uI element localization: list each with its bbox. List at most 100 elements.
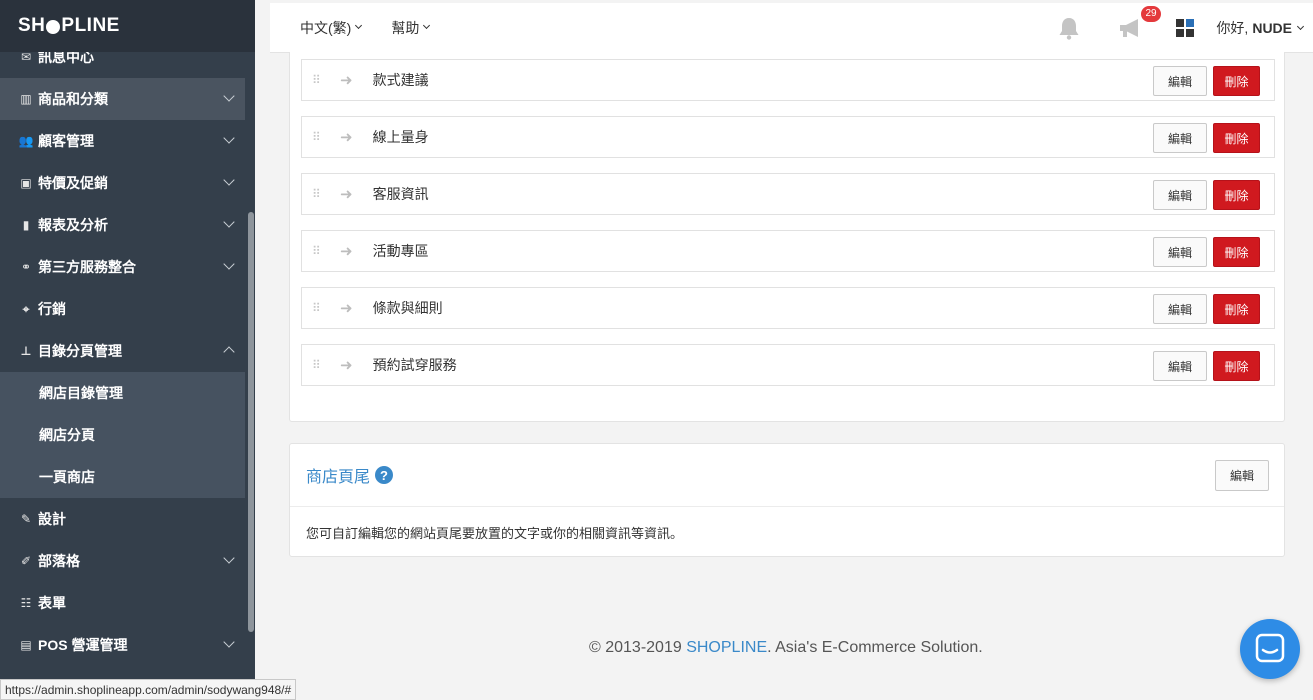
sidebar-item[interactable]: ✐ 部落格 xyxy=(0,540,255,582)
arrow-right-icon[interactable]: ➜ xyxy=(340,185,353,203)
sidebar-item[interactable]: ▤ POS 營運管理 xyxy=(0,624,255,666)
sidebar-item[interactable]: ▣ 特價及促銷 xyxy=(0,162,255,204)
delete-button[interactable]: 刪除 xyxy=(1213,66,1260,96)
arrow-right-icon[interactable]: ➜ xyxy=(340,356,353,374)
chevron-down-icon xyxy=(423,21,431,30)
notification-badge: 29 xyxy=(1140,5,1162,23)
chevron-down-icon xyxy=(223,216,235,228)
magic-wand-icon: ✎ xyxy=(20,512,32,526)
question-circle-icon[interactable]: ? xyxy=(375,466,394,484)
edit-button[interactable]: 編輯 xyxy=(1153,237,1207,267)
username: NUDE xyxy=(1252,20,1292,36)
page-row: ⠿ ➜ 線上量身 編輯 刪除 xyxy=(301,116,1275,158)
logo-text-start: SH xyxy=(18,15,46,36)
sidebar-item[interactable]: ⊥ 目錄分頁管理 xyxy=(0,330,255,372)
arrow-right-icon[interactable]: ➜ xyxy=(340,299,353,317)
drag-handle-icon[interactable]: ⠿ xyxy=(312,73,321,87)
sidebar-item-label: 第三方服務整合 xyxy=(38,259,136,275)
delete-button[interactable]: 刪除 xyxy=(1213,237,1260,267)
chevron-down-icon xyxy=(223,90,235,102)
arrow-right-icon[interactable]: ➜ xyxy=(340,242,353,260)
copyright: © 2013-2019 SHOPLINE. Asia's E-Commerce … xyxy=(589,639,983,657)
sidebar-submenu: 網店目錄管理 網店分頁一頁商店 xyxy=(0,372,255,498)
arrow-right-icon[interactable]: ➜ xyxy=(340,128,353,146)
chevron-down-icon xyxy=(223,132,235,144)
help-dropdown[interactable]: 幫助 xyxy=(391,18,431,38)
delete-button[interactable]: 刪除 xyxy=(1213,351,1260,381)
money-icon: ▣ xyxy=(20,176,32,190)
sidebar-item[interactable]: 網店目錄管理 xyxy=(0,372,252,414)
top-bar: 中文(繁) 幫助 29 你好, NUDE xyxy=(270,3,1313,53)
sidebar-item[interactable]: ✎ 設計 xyxy=(0,498,255,540)
chevron-down-icon xyxy=(223,174,235,186)
edit-button[interactable]: 編輯 xyxy=(1153,66,1207,96)
store-footer-card: 商店頁尾 ? 編輯 您可自訂編輯您的網站頁尾要放置的文字或你的相關資訊等資訊。 xyxy=(289,443,1285,557)
sidebar-item[interactable]: ▮ 報表及分析 xyxy=(0,204,255,246)
drag-handle-icon[interactable]: ⠿ xyxy=(312,358,321,372)
copyright-suffix: . Asia's E-Commerce Solution. xyxy=(767,639,983,656)
sidebar-item[interactable]: 一頁商店 xyxy=(0,456,252,498)
browser-status-url: https://admin.shoplineapp.com/admin/sody… xyxy=(0,679,297,700)
sidebar-item[interactable]: 網店分頁 xyxy=(0,414,252,456)
envelope-icon: ✉ xyxy=(20,50,32,64)
page-row: ⠿ ➜ 款式建議 編輯 刪除 xyxy=(301,59,1275,101)
language-dropdown[interactable]: 中文(繁) xyxy=(300,18,363,38)
page-title: 活動專區 xyxy=(372,243,429,259)
delete-button[interactable]: 刪除 xyxy=(1213,180,1260,210)
page-row: ⠿ ➜ 預約試穿服務 編輯 刪除 xyxy=(301,344,1275,386)
logo-o-mark xyxy=(46,20,61,34)
sidebar-item-label: 一頁商店 xyxy=(39,469,95,485)
page-title: 條款與細則 xyxy=(372,300,443,316)
chevron-down-icon xyxy=(223,636,235,648)
delete-button[interactable]: 刪除 xyxy=(1213,123,1260,153)
edit-button[interactable]: 編輯 xyxy=(1153,351,1207,381)
sidebar-item-label: POS 營運管理 xyxy=(38,637,128,653)
drag-handle-icon[interactable]: ⠿ xyxy=(312,187,321,201)
copyright-brand-link[interactable]: SHOPLINE xyxy=(686,639,767,656)
sidebar-item-label: 報表及分析 xyxy=(38,217,108,233)
barcode-icon: ▥ xyxy=(20,92,32,106)
page-title: 預約試穿服務 xyxy=(372,357,457,373)
crosshair-icon: ⌖ xyxy=(22,301,30,316)
sidebar-item[interactable]: 👥 顧客管理 xyxy=(0,120,255,162)
sidebar-nav: ✉ 訊息中心 ▥ 商品和分類 👥 顧客管理 ▣ 特價及促銷 ▮ 報表及分析 ⚭ 第三方服務整合 ⌖ 行銷 ⊥… xyxy=(0,36,255,666)
sidebar-item-label: 行銷 xyxy=(38,301,66,317)
drag-handle-icon[interactable]: ⠿ xyxy=(312,301,321,315)
chevron-down-icon xyxy=(355,21,363,30)
drag-handle-icon[interactable]: ⠿ xyxy=(312,130,321,144)
sidebar-item[interactable]: ⚭ 第三方服務整合 xyxy=(0,246,255,288)
greeting-text: 你好, xyxy=(1216,20,1249,36)
chevron-down-icon xyxy=(223,552,235,564)
footer-edit-button[interactable]: 編輯 xyxy=(1215,460,1269,491)
drag-handle-icon[interactable]: ⠿ xyxy=(312,244,321,258)
scrollbar-thumb[interactable] xyxy=(248,212,254,632)
edit-icon: ✐ xyxy=(20,554,32,568)
delete-button[interactable]: 刪除 xyxy=(1213,294,1260,324)
edit-button[interactable]: 編輯 xyxy=(1153,123,1207,153)
sidebar-item-label: 部落格 xyxy=(38,553,80,569)
help-label: 幫助 xyxy=(391,19,420,36)
edit-button[interactable]: 編輯 xyxy=(1153,294,1207,324)
sidebar-item[interactable]: ⌖ 行銷 xyxy=(0,288,255,330)
sidebar-item-label: 設計 xyxy=(38,511,66,527)
sitemap-icon: ⊥ xyxy=(20,344,32,358)
sidebar-scrollbar[interactable] xyxy=(245,52,255,700)
chevron-down-icon xyxy=(223,258,235,270)
top-bar-right: 29 你好, NUDE xyxy=(1058,3,1313,53)
megaphone-icon[interactable]: 29 xyxy=(1118,5,1162,39)
shopline-logo[interactable]: SH PLINE xyxy=(0,0,255,52)
sidebar-item[interactable]: ▥ 商品和分類 xyxy=(0,78,255,120)
chat-button[interactable] xyxy=(1240,619,1300,679)
app-grid-icon[interactable] xyxy=(1176,19,1195,37)
copyright-prefix: © 2013-2019 xyxy=(589,639,687,656)
user-menu[interactable]: 你好, NUDE xyxy=(1216,18,1305,38)
pos-icon: ▤ xyxy=(20,638,32,652)
users-icon: 👥 xyxy=(18,134,34,148)
sidebar-item[interactable]: ☷ 表單 xyxy=(0,582,255,624)
arrow-right-icon[interactable]: ➜ xyxy=(340,71,353,89)
page-row: ⠿ ➜ 活動專區 編輯 刪除 xyxy=(301,230,1275,272)
page-row: ⠿ ➜ 條款與細則 編輯 刪除 xyxy=(301,287,1275,329)
bell-icon[interactable] xyxy=(1058,16,1080,40)
bar-chart-icon: ▮ xyxy=(22,218,30,232)
edit-button[interactable]: 編輯 xyxy=(1153,180,1207,210)
